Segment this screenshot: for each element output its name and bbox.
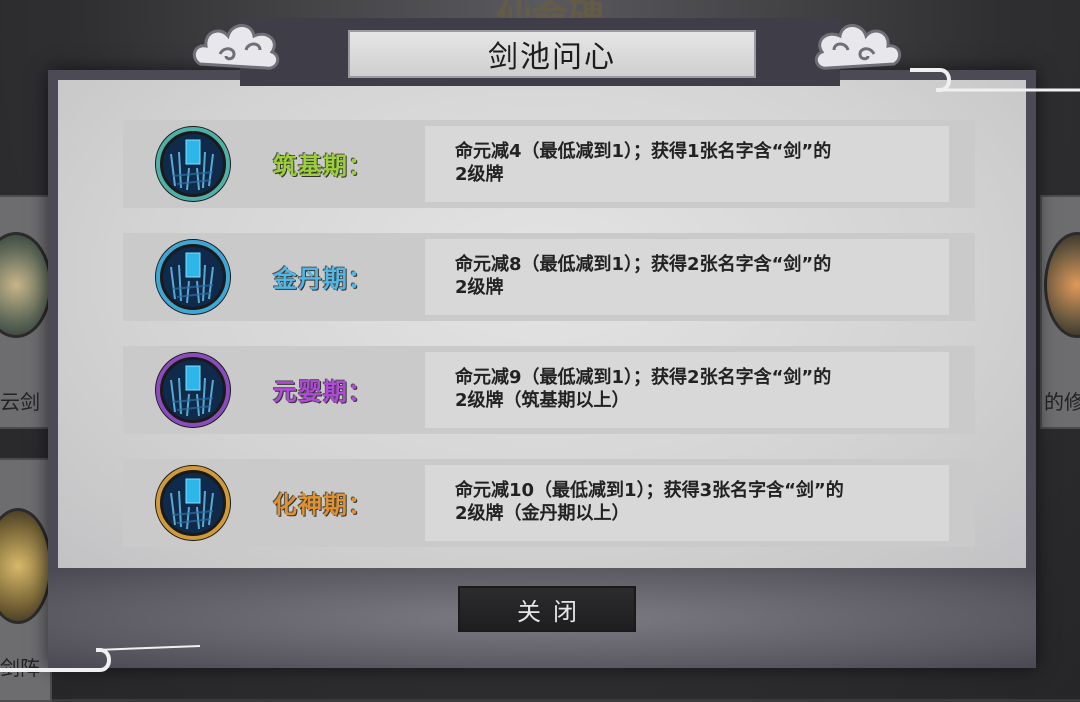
ribbon-bottom-left-icon: [0, 645, 200, 672]
stage-description-line-2: 2级牌（金丹期以上）: [455, 503, 630, 524]
stage-description-line-2: 2级牌: [455, 277, 504, 298]
stage-row-zhuji: 筑基期： 命元减4（最低减到1）；获得1张名字含“剑”的 2级牌: [123, 120, 975, 208]
sword-pool-card-icon: [153, 350, 233, 430]
background-label-right-1: 的修: [1044, 390, 1080, 414]
stage-description-line-1: 命元减9（最低减到1）；获得2张名字含“剑”的: [455, 367, 832, 388]
stage-label: 筑基期：: [273, 151, 373, 180]
ribbon-top-right-icon: [910, 68, 1080, 92]
stage-description: 命元减4（最低减到1）；获得1张名字含“剑”的 2级牌: [455, 140, 935, 186]
stage-label: 元婴期：: [273, 377, 373, 406]
stage-label: 化神期：: [273, 490, 373, 519]
sword-pool-card-icon: [153, 463, 233, 543]
dialog-title-plate: 剑池问心: [348, 30, 756, 78]
stage-row-yuanying: 元婴期： 命元减9（最低减到1）；获得2张名字含“剑”的 2级牌（筑基期以上）: [123, 346, 975, 434]
close-button[interactable]: 关闭: [458, 586, 636, 632]
stage-description-box: 命元减8（最低减到1）；获得2张名字含“剑”的 2级牌: [425, 239, 949, 315]
stage-description-box: 命元减4（最低减到1）；获得1张名字含“剑”的 2级牌: [425, 126, 949, 202]
stage-list: 筑基期： 命元减4（最低减到1）；获得1张名字含“剑”的 2级牌 金丹期： 命元…: [123, 120, 975, 572]
stage-description-line-1: 命元减4（最低减到1）；获得1张名字含“剑”的: [455, 141, 832, 162]
stage-description-box: 命元减9（最低减到1）；获得2张名字含“剑”的 2级牌（筑基期以上）: [425, 352, 949, 428]
stage-description-line-2: 2级牌（筑基期以上）: [455, 390, 630, 411]
stage-description: 命元减9（最低减到1）；获得2张名字含“剑”的 2级牌（筑基期以上）: [455, 366, 935, 412]
sword-pool-card-icon: [153, 124, 233, 204]
stage-description-line-1: 命元减8（最低减到1）；获得2张名字含“剑”的: [455, 254, 832, 275]
sword-pool-card-icon: [153, 237, 233, 317]
dialog-title: 剑池问心: [488, 40, 616, 75]
cloud-ornament-right-icon: [814, 24, 902, 70]
stage-description-line-2: 2级牌: [455, 164, 504, 185]
stage-label: 金丹期：: [273, 264, 373, 293]
stage-row-jindan: 金丹期： 命元减8（最低减到1）；获得2张名字含“剑”的 2级牌: [123, 233, 975, 321]
cloud-ornament-left-icon: [192, 24, 280, 70]
stage-description-box: 命元减10（最低减到1）；获得3张名字含“剑”的 2级牌（金丹期以上）: [425, 465, 949, 541]
stage-description: 命元减8（最低减到1）；获得2张名字含“剑”的 2级牌: [455, 253, 935, 299]
background-label-left-1: 云剑: [0, 390, 40, 414]
stage-description-line-1: 命元减10（最低减到1）；获得3张名字含“剑”的: [455, 480, 844, 501]
stage-description: 命元减10（最低减到1）；获得3张名字含“剑”的 2级牌（金丹期以上）: [455, 479, 935, 525]
stage-row-huashen: 化神期： 命元减10（最低减到1）；获得3张名字含“剑”的 2级牌（金丹期以上）: [123, 459, 975, 547]
